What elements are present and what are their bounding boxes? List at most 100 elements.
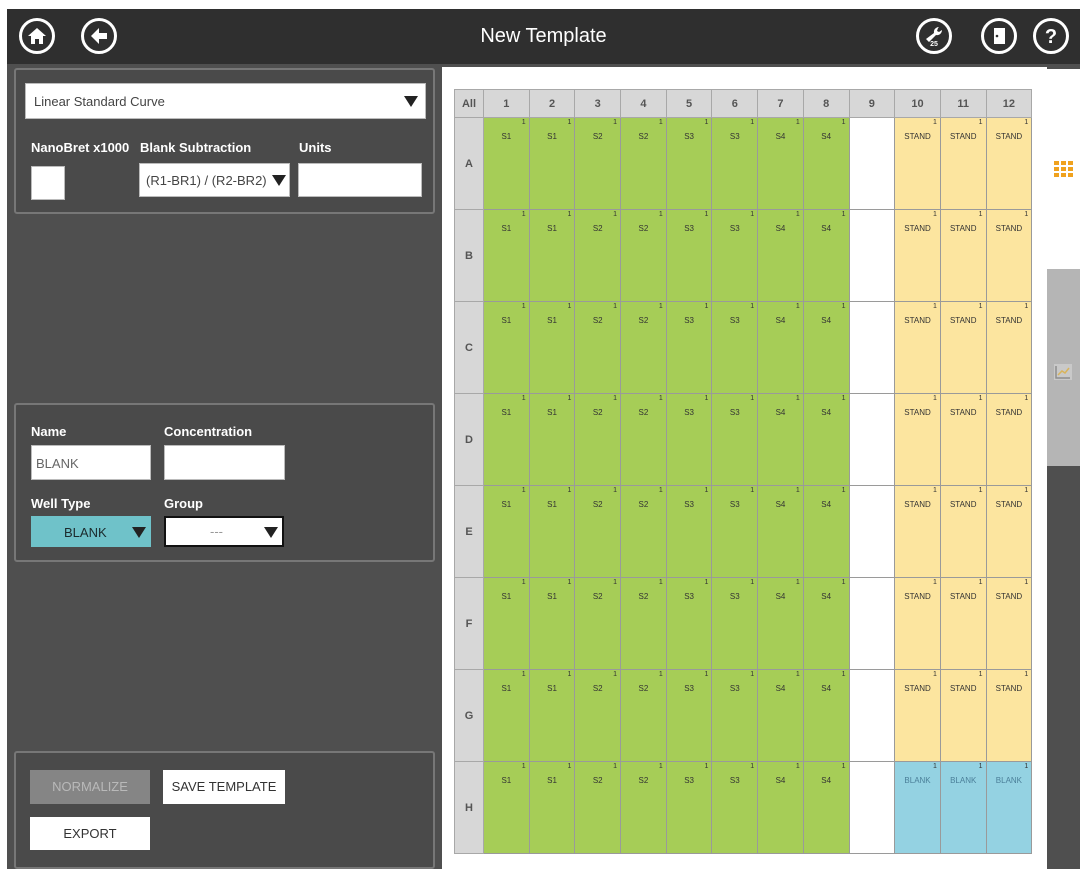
plate-well[interactable]: 1 S3: [665, 669, 713, 762]
plate-well[interactable]: 1 S2: [620, 393, 667, 486]
plate-well[interactable]: [848, 761, 896, 854]
plate-well[interactable]: 1 S2: [620, 301, 667, 394]
plate-row-header[interactable]: H: [454, 761, 484, 854]
plate-well[interactable]: 1 S3: [711, 209, 759, 302]
plate-well[interactable]: 1 S3: [665, 301, 713, 394]
plate-well[interactable]: 1 S1: [483, 485, 530, 578]
plate-well[interactable]: 1 S4: [802, 485, 850, 578]
plate-well[interactable]: 1 STAND: [939, 669, 987, 762]
plate-well[interactable]: 1 S4: [802, 393, 850, 486]
plate-well[interactable]: 1 S3: [711, 301, 759, 394]
plate-well[interactable]: 1 S1: [483, 761, 530, 854]
plate-column-header[interactable]: 2: [528, 89, 576, 118]
plate-well[interactable]: 1 S1: [528, 761, 576, 854]
plate-well[interactable]: [848, 209, 896, 302]
plate-well[interactable]: 1 S2: [574, 117, 622, 210]
plate-well[interactable]: 1 S1: [528, 669, 576, 762]
plate-well[interactable]: 1 STAND: [985, 117, 1033, 210]
tools-button[interactable]: 25: [916, 18, 952, 54]
plate-well[interactable]: 1 S4: [757, 301, 804, 394]
plate-row-header[interactable]: D: [454, 393, 484, 486]
plate-well[interactable]: 1 STAND: [985, 577, 1033, 670]
plate-well[interactable]: 1 STAND: [894, 577, 941, 670]
plate-well[interactable]: 1 STAND: [939, 117, 987, 210]
plate-well[interactable]: 1 S4: [802, 577, 850, 670]
plate-well[interactable]: 1 STAND: [894, 669, 941, 762]
plate-well[interactable]: 1 S2: [620, 485, 667, 578]
plate-column-header[interactable]: 5: [665, 89, 713, 118]
save-template-button[interactable]: SAVE TEMPLATE: [163, 770, 285, 804]
plate-well[interactable]: 1 S3: [711, 669, 759, 762]
plate-well[interactable]: 1 S4: [757, 209, 804, 302]
plate-well[interactable]: 1 S1: [483, 301, 530, 394]
plate-column-header[interactable]: 12: [985, 89, 1033, 118]
plate-well[interactable]: 1 S1: [483, 669, 530, 762]
plate-well[interactable]: 1 S2: [574, 485, 622, 578]
plate-column-header[interactable]: 8: [802, 89, 850, 118]
plate-well[interactable]: 1 S4: [802, 117, 850, 210]
plate-well[interactable]: [848, 577, 896, 670]
concentration-input[interactable]: [164, 445, 285, 480]
plate-well[interactable]: 1 S4: [757, 485, 804, 578]
plate-well[interactable]: 1 STAND: [939, 577, 987, 670]
plate-well[interactable]: 1 S2: [574, 209, 622, 302]
normalize-button[interactable]: NORMALIZE: [30, 770, 150, 804]
plate-well[interactable]: 1 S4: [802, 669, 850, 762]
plate-well[interactable]: 1 S4: [757, 117, 804, 210]
group-select[interactable]: ---: [164, 516, 284, 547]
plate-well[interactable]: 1 S2: [620, 669, 667, 762]
plate-well[interactable]: 1 S1: [483, 577, 530, 670]
plate-well[interactable]: 1 S1: [528, 577, 576, 670]
plate-well[interactable]: 1 S4: [757, 669, 804, 762]
plate-well[interactable]: 1 S1: [528, 301, 576, 394]
plate-well[interactable]: 1 BLANK: [939, 761, 987, 854]
well-type-select[interactable]: BLANK: [31, 516, 151, 547]
plate-well[interactable]: 1 S3: [711, 485, 759, 578]
plate-well[interactable]: 1 S2: [620, 117, 667, 210]
plate-well[interactable]: 1 S2: [620, 577, 667, 670]
plate-well[interactable]: 1 STAND: [985, 485, 1033, 578]
plate-column-header[interactable]: 1: [483, 89, 530, 118]
plate-well[interactable]: 1 S3: [665, 485, 713, 578]
method-select[interactable]: Linear Standard Curve: [25, 83, 426, 119]
plate-well[interactable]: 1 STAND: [985, 209, 1033, 302]
plate-row-header[interactable]: G: [454, 669, 484, 762]
plate-row-header[interactable]: C: [454, 301, 484, 394]
plate-well[interactable]: 1 S3: [711, 577, 759, 670]
plate-well[interactable]: 1 S3: [665, 209, 713, 302]
plate-well[interactable]: 1 S1: [483, 209, 530, 302]
plate-well[interactable]: 1 S2: [574, 393, 622, 486]
plate-column-header[interactable]: 6: [711, 89, 759, 118]
plate-well[interactable]: 1 STAND: [985, 301, 1033, 394]
help-button[interactable]: ?: [1033, 18, 1069, 54]
plate-well[interactable]: 1 STAND: [894, 301, 941, 394]
nanobret-checkbox[interactable]: [31, 166, 65, 200]
plate-well[interactable]: 1 S3: [665, 577, 713, 670]
plate-well[interactable]: 1 S3: [665, 761, 713, 854]
plate-well[interactable]: 1 S4: [802, 209, 850, 302]
plate-well[interactable]: 1 S2: [620, 209, 667, 302]
plate-row-header[interactable]: F: [454, 577, 484, 670]
plate-well[interactable]: 1 STAND: [939, 301, 987, 394]
plate-well[interactable]: 1 S2: [620, 761, 667, 854]
plate-row-header[interactable]: B: [454, 209, 484, 302]
plate-well[interactable]: 1 S4: [757, 761, 804, 854]
plate-well[interactable]: 1 S2: [574, 577, 622, 670]
tab-results-chart[interactable]: [1047, 269, 1080, 466]
plate-well[interactable]: 1 STAND: [894, 117, 941, 210]
plate-well[interactable]: 1 BLANK: [985, 761, 1033, 854]
units-input[interactable]: [298, 163, 422, 197]
tab-plate-layout[interactable]: [1047, 69, 1080, 269]
plate-well[interactable]: 1 STAND: [939, 209, 987, 302]
blank-subtraction-select[interactable]: (R1-BR1) / (R2-BR2): [139, 163, 290, 197]
plate-well[interactable]: 1 S2: [574, 301, 622, 394]
plate-well[interactable]: [848, 117, 896, 210]
plate-well[interactable]: [848, 485, 896, 578]
plate-well[interactable]: 1 STAND: [894, 393, 941, 486]
plate-well[interactable]: 1 S3: [711, 117, 759, 210]
plate-well[interactable]: 1 S4: [802, 301, 850, 394]
plate-well[interactable]: 1 S3: [665, 117, 713, 210]
exit-button[interactable]: [981, 18, 1017, 54]
plate-well[interactable]: 1 STAND: [939, 485, 987, 578]
plate-column-header[interactable]: 9: [848, 89, 896, 118]
